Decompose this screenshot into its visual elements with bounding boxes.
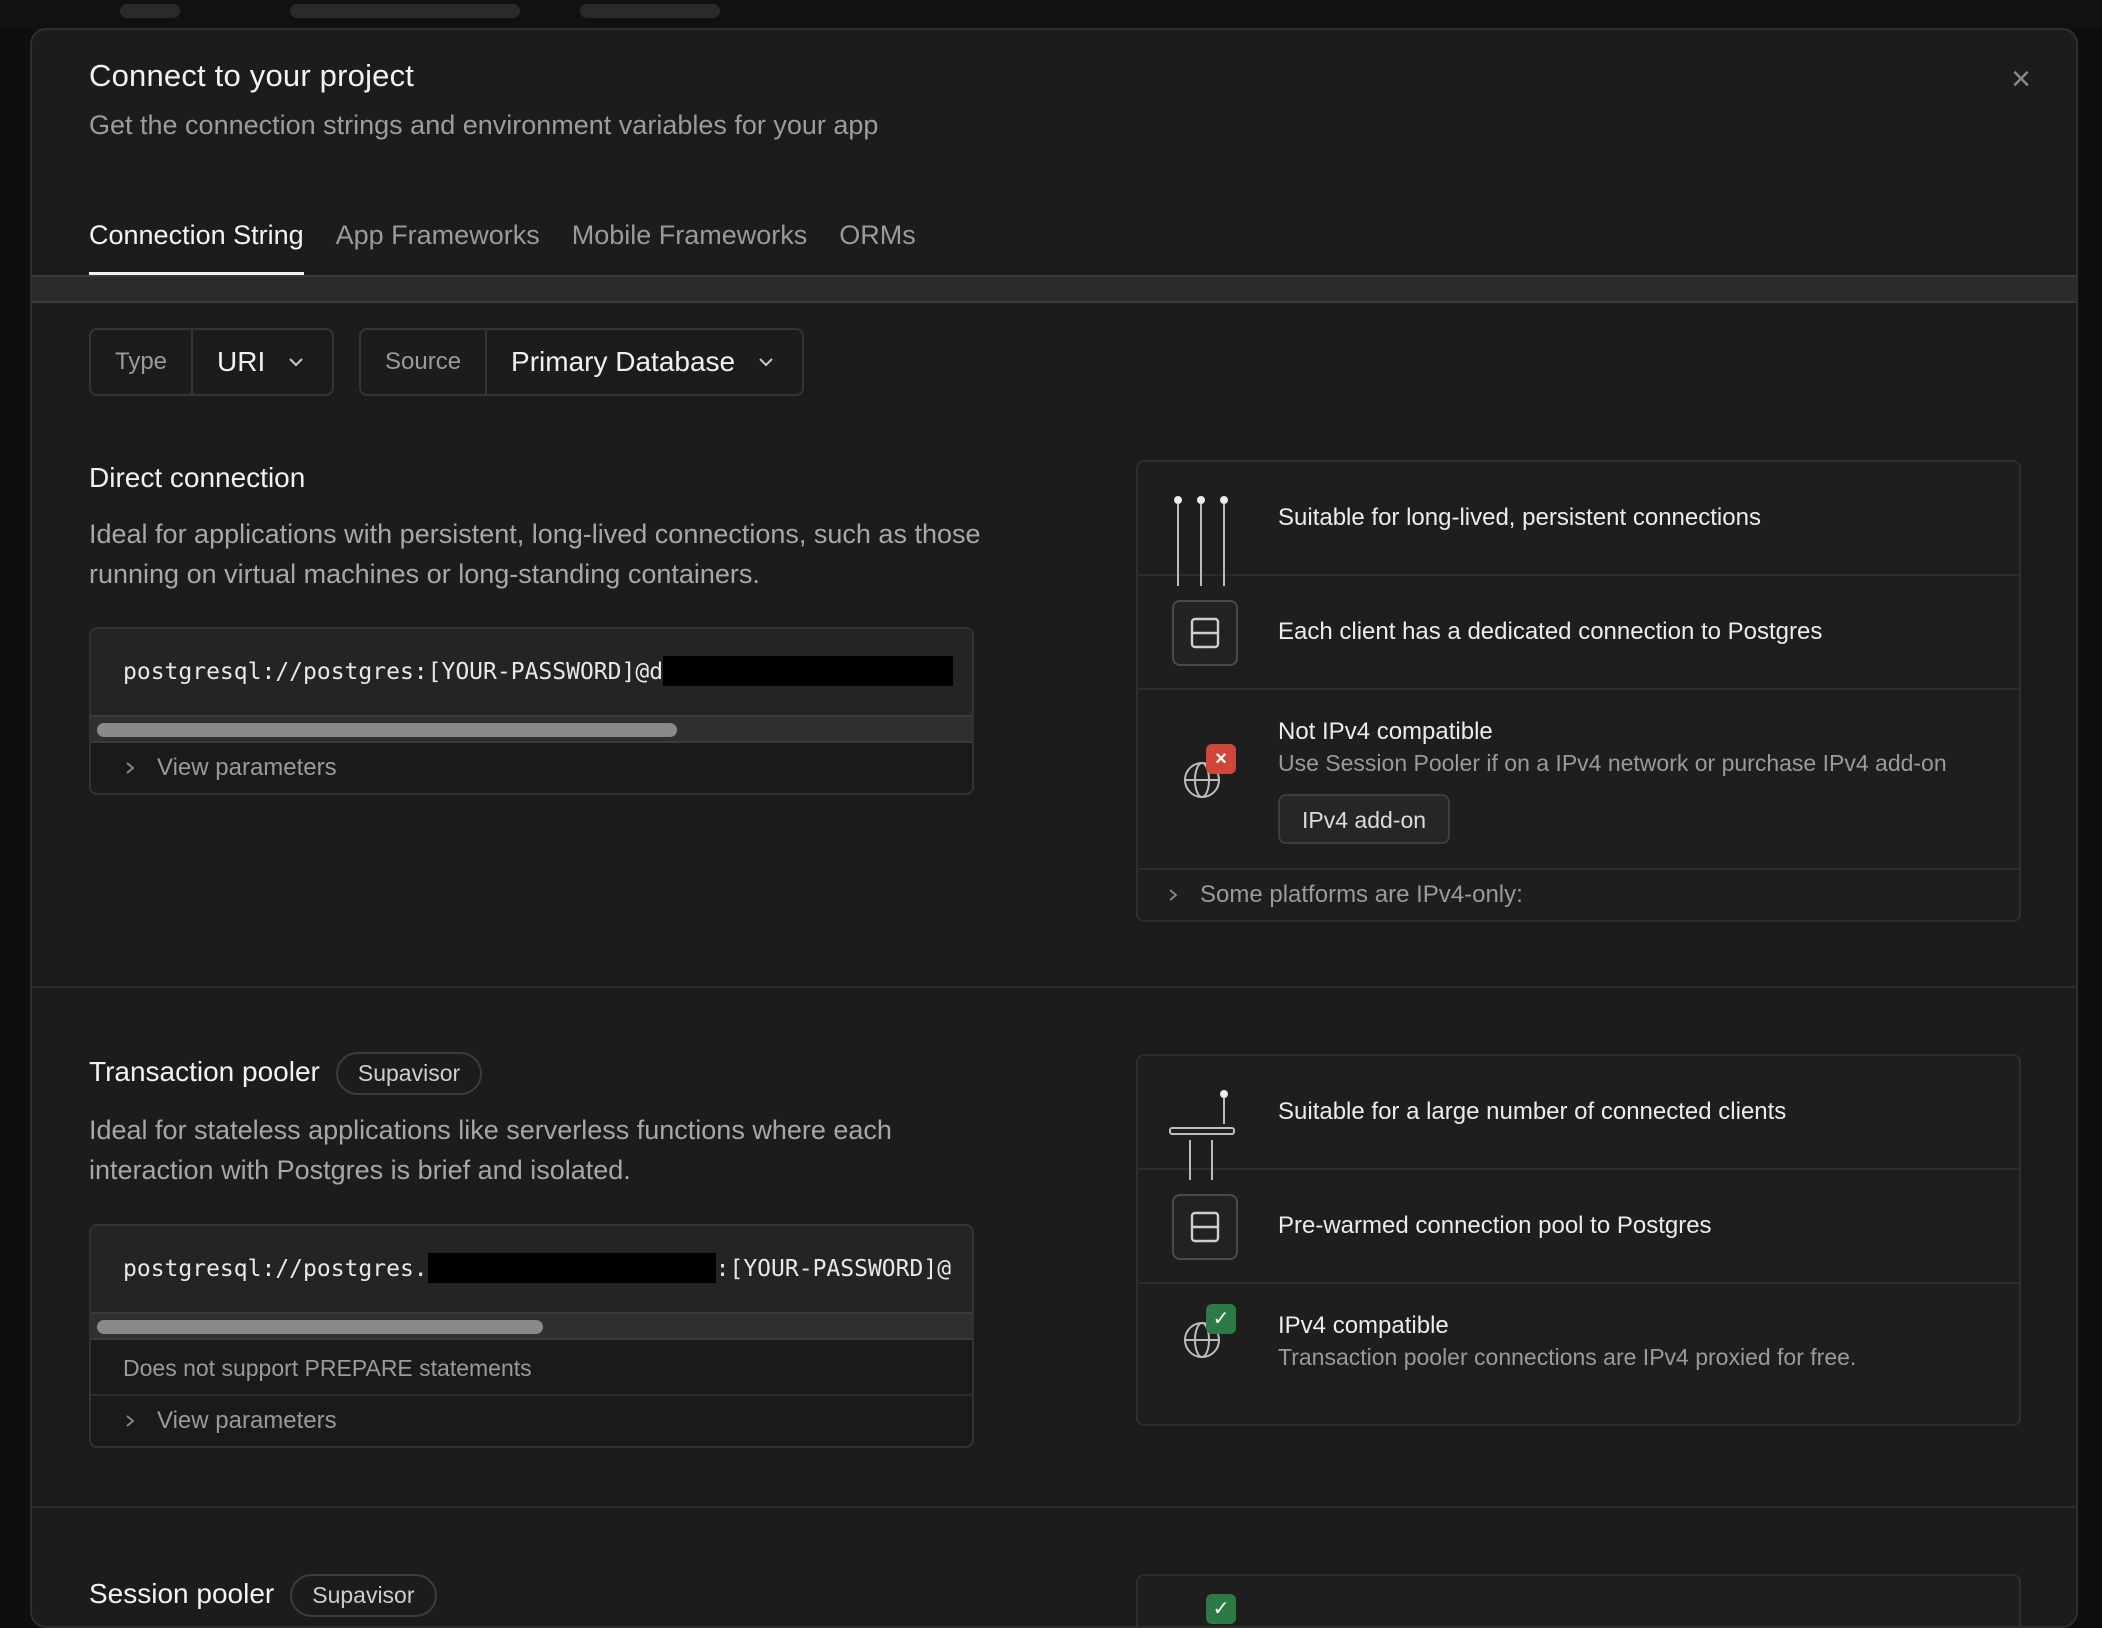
redacted-project-ref — [427, 1252, 716, 1283]
direct-connection-title: Direct connection — [89, 462, 306, 493]
tab-bar: Connection String App Frameworks Mobile … — [89, 195, 916, 275]
tab-connection-string[interactable]: Connection String — [89, 195, 304, 275]
prepare-statements-note: Does not support PREPARE statements — [91, 1340, 972, 1396]
ipv4-only-platforms-label: Some platforms are IPv4-only: — [1200, 881, 1523, 908]
chevron-right-icon — [126, 1415, 135, 1427]
info-row-prewarmed: Pre-warmed connection pool to Postgres — [1138, 1170, 2019, 1284]
info-title: IPv4 compatible — [1278, 1312, 1449, 1339]
type-selector[interactable]: Type URI — [89, 328, 334, 396]
source-value: Primary Database — [511, 346, 736, 377]
type-value: URI — [217, 346, 266, 377]
horizontal-scrollbar[interactable] — [91, 1312, 972, 1340]
info-title: Not IPv4 compatible — [1278, 718, 1493, 745]
transaction-connection-string[interactable]: postgresql://postgres. :[YOUR-PASSWORD]@ — [91, 1226, 972, 1312]
check-icon: ✓ — [1206, 1304, 1236, 1334]
background-app-bar — [0, 0, 2102, 30]
database-icon — [1172, 1194, 1238, 1260]
tab-app-frameworks[interactable]: App Frameworks — [336, 195, 540, 275]
transaction-pooler-title: Transaction pooler Supavisor — [89, 1052, 483, 1095]
view-parameters-label: View parameters — [157, 1407, 337, 1434]
scrollbar-thumb[interactable] — [97, 1320, 543, 1334]
database-icon — [1172, 600, 1238, 666]
direct-connection-info-card: Suitable for long-lived, persistent conn… — [1136, 460, 2021, 922]
source-dropdown[interactable]: Primary Database — [487, 330, 799, 394]
transaction-pooler-info-card: Suitable for a large number of connected… — [1136, 1054, 2021, 1426]
info-row-dedicated: Each client has a dedicated connection t… — [1138, 576, 2019, 690]
type-dropdown[interactable]: URI — [193, 330, 329, 394]
background-blur — [120, 4, 180, 18]
check-icon: ✓ — [1206, 1594, 1236, 1624]
session-pooler-info-card: ✓ — [1136, 1574, 2021, 1626]
pooler-lines-icon — [1169, 1090, 1235, 1180]
horizontal-scrollbar[interactable] — [91, 715, 972, 743]
dialog-title: Connect to your project — [89, 58, 415, 93]
ipv4-addon-button[interactable]: IPv4 add-on — [1278, 794, 1451, 844]
ipv4-only-platforms-toggle[interactable]: Some platforms are IPv4-only: — [1138, 870, 2019, 920]
background-blur — [290, 4, 520, 18]
section-divider — [32, 1506, 2076, 1508]
chevron-down-icon — [289, 358, 303, 367]
direct-connection-string-box: postgresql://postgres:[YOUR-PASSWORD]@d … — [89, 627, 974, 795]
transaction-pooler-label: Transaction pooler — [89, 1055, 320, 1087]
close-icon[interactable]: × — [2006, 62, 2036, 96]
direct-connection-string[interactable]: postgresql://postgres:[YOUR-PASSWORD]@d — [91, 629, 972, 715]
info-row-long-lived: Suitable for long-lived, persistent conn… — [1138, 462, 2019, 586]
info-row-ipv4: × Not IPv4 compatible Use Session Pooler… — [1138, 690, 2019, 870]
type-label: Type — [91, 330, 194, 394]
dialog-subtitle: Get the connection strings and environme… — [89, 110, 879, 140]
tab-divider-band — [32, 275, 2076, 303]
supavisor-badge: Supavisor — [290, 1574, 437, 1617]
info-text: Each client has a dedicated connection t… — [1278, 618, 1823, 645]
scrollbar-thumb[interactable] — [97, 723, 677, 737]
view-parameters-toggle[interactable]: View parameters — [91, 1396, 972, 1446]
view-parameters-label: View parameters — [157, 754, 337, 781]
redacted-host — [663, 655, 954, 686]
connect-dialog: Connect to your project Get the connecti… — [30, 28, 2078, 1628]
info-text: Suitable for long-lived, persistent conn… — [1278, 504, 1761, 531]
transaction-connection-string-box: postgresql://postgres.:[YOUR-PASSWORD]@ … — [89, 1224, 974, 1448]
tab-mobile-frameworks[interactable]: Mobile Frameworks — [572, 195, 808, 275]
tab-orms[interactable]: ORMs — [839, 195, 916, 275]
info-text: Suitable for a large number of connected… — [1278, 1098, 1787, 1125]
session-pooler-label: Session pooler — [89, 1577, 275, 1609]
supavisor-badge: Supavisor — [335, 1052, 483, 1095]
transaction-conn-prefix: postgresql://postgres. — [123, 1256, 428, 1282]
direct-conn-prefix: postgresql://postgres:[YOUR-PASSWORD]@d — [123, 659, 664, 685]
info-row-many-clients: Suitable for a large number of connected… — [1138, 1056, 2019, 1180]
info-subtitle: Use Session Pooler if on a IPv4 network … — [1278, 750, 1947, 776]
transaction-pooler-description: Ideal for stateless applications like se… — [89, 1115, 892, 1185]
error-x-icon: × — [1206, 744, 1236, 774]
info-subtitle: Transaction pooler connections are IPv4 … — [1278, 1344, 1857, 1370]
view-parameters-toggle[interactable]: View parameters — [91, 743, 972, 793]
chevron-down-icon — [759, 358, 773, 367]
background-blur — [580, 4, 720, 18]
dialog-header: Connect to your project Get the connecti… — [32, 30, 2076, 280]
info-row-ipv4-compatible: ✓ IPv4 compatible Transaction pooler con… — [1138, 1284, 2019, 1396]
info-text: Pre-warmed connection pool to Postgres — [1278, 1212, 1712, 1239]
chevron-right-icon — [1169, 889, 1178, 901]
chevron-right-icon — [126, 762, 135, 774]
transaction-conn-suffix: :[YOUR-PASSWORD]@ — [715, 1256, 952, 1282]
session-pooler-title: Session pooler Supavisor — [89, 1574, 437, 1617]
connection-lines-icon — [1174, 496, 1228, 586]
source-label: Source — [361, 330, 488, 394]
direct-connection-description: Ideal for applications with persistent, … — [89, 519, 981, 589]
section-divider — [32, 986, 2076, 988]
source-selector[interactable]: Source Primary Database — [359, 328, 804, 396]
